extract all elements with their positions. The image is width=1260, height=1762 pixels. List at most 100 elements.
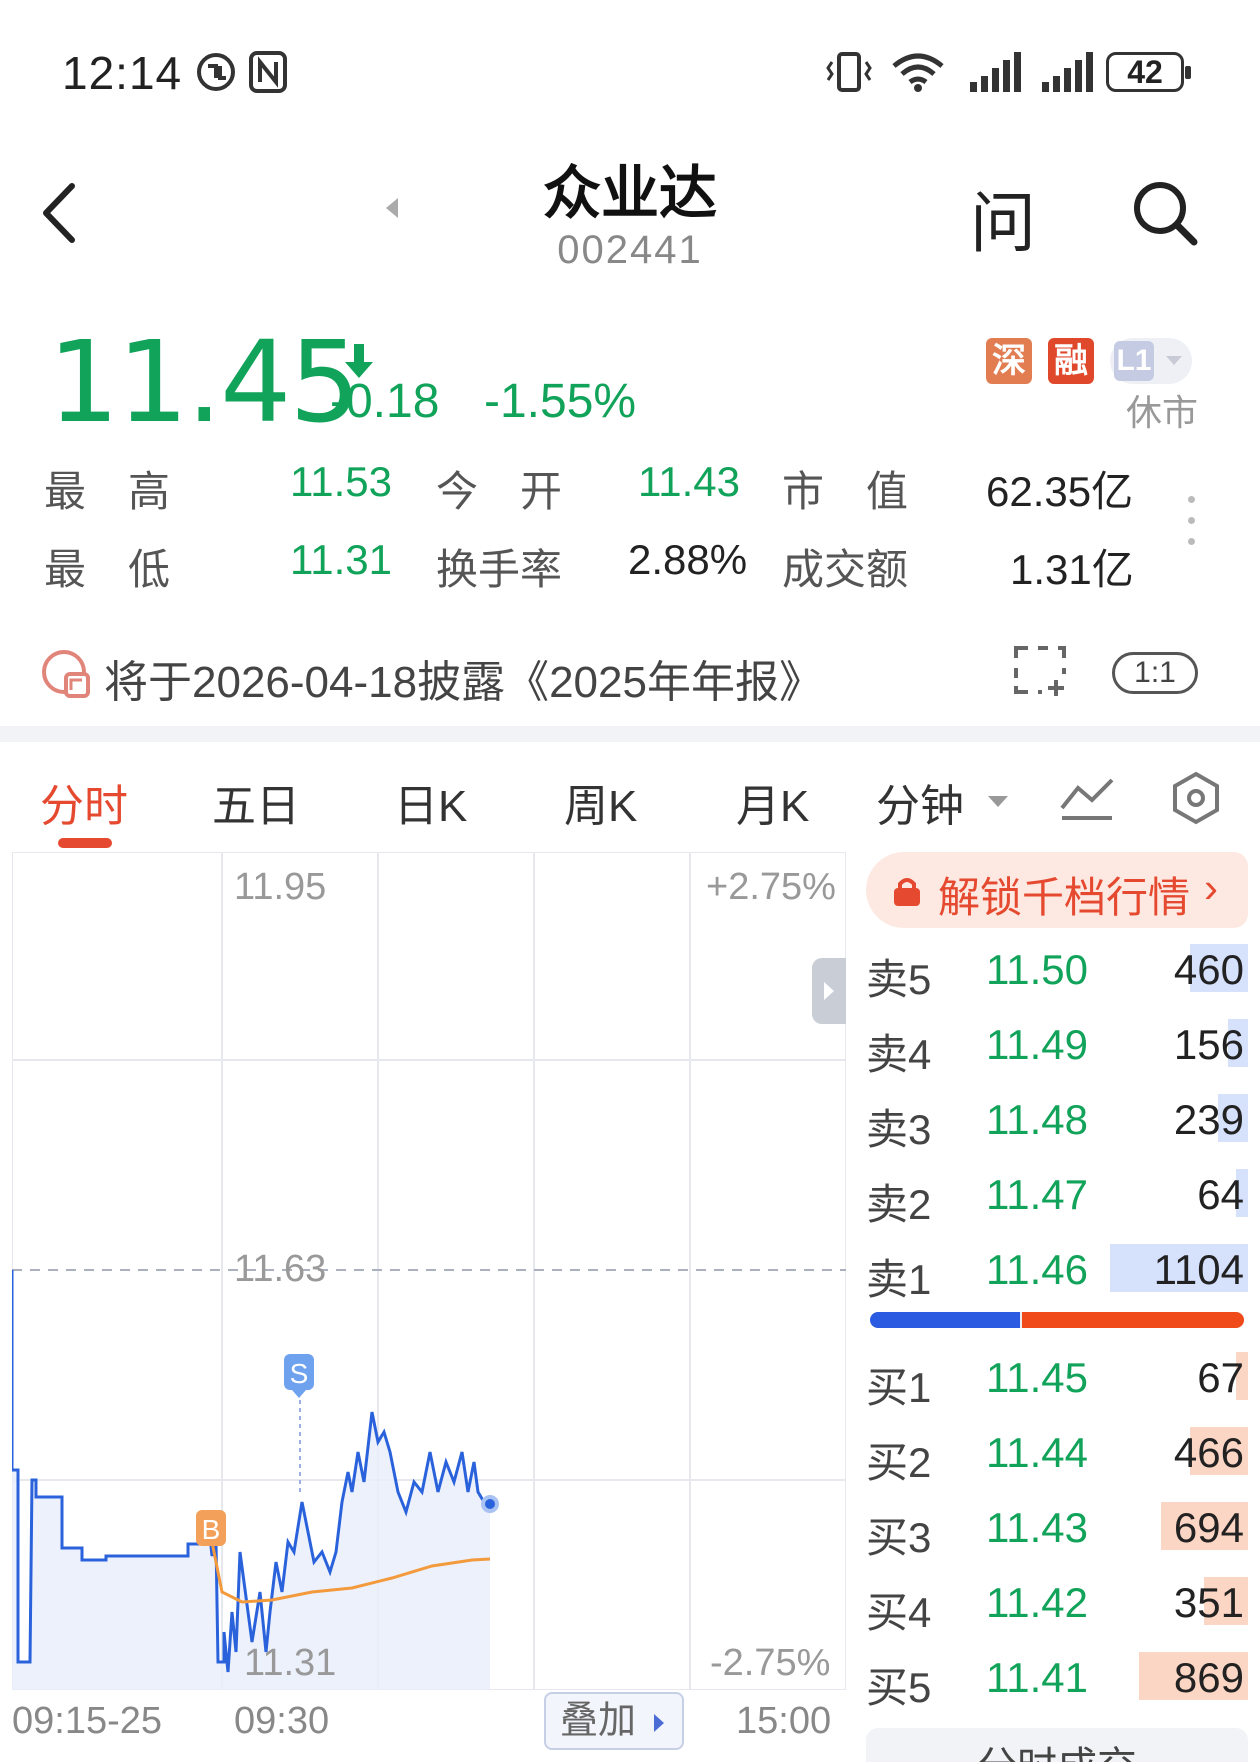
search-icon[interactable] [1130,178,1200,248]
bid-level-name: 买2 [866,1439,932,1486]
tab-intraday[interactable]: 分时 [40,770,128,834]
ask-level-price: 11.49 [986,1021,1088,1068]
bid-level-name: 买1 [866,1364,932,1411]
settings-icon[interactable] [1168,770,1224,826]
vibrate-icon [826,52,872,92]
status-time: 12:14 [62,47,183,99]
bid-level-volume: 67 [1197,1354,1244,1401]
bid-level-price: 11.45 [986,1354,1088,1401]
bid-level-volume: 466 [1173,1429,1244,1476]
buy-marker[interactable]: B [196,1510,226,1546]
pct-axis-top: +2.75% [706,866,836,908]
ask-level-volume: 460 [1173,946,1244,993]
indicator-icon[interactable] [1058,774,1116,820]
tick-panel[interactable]: 分时成交 [866,1728,1248,1762]
pct-axis-bottom: -2.75% [710,1642,831,1684]
bid-level-name: 买4 [866,1589,932,1636]
screenshot-add-icon[interactable] [1012,644,1068,696]
price-change-pct: -1.55% [484,375,637,428]
more-dots-icon[interactable] [1188,496,1196,559]
chevron-down-icon[interactable] [988,796,1008,807]
ask-level-volume: 239 [1173,1096,1244,1143]
unlock-depth-button[interactable]: 解锁千档行情 › [866,852,1248,928]
ask-level-name: 卖2 [866,1181,932,1228]
intraday-chart[interactable]: S B [12,852,846,1690]
stat-label-amount: 成交额 [782,546,909,593]
report-icon [42,650,90,698]
ask-level-name: 卖3 [866,1106,932,1153]
price-axis-bottom: 11.31 [244,1642,337,1684]
ask-row[interactable]: 卖2 11.47 64 [866,1163,1248,1228]
expand-panel-arrow-icon[interactable] [812,958,846,1024]
tab-monthly-k[interactable]: 月K [736,770,809,834]
last-price: 11.45 [48,318,361,448]
ask-row[interactable]: 卖1 11.46 1104 [866,1238,1248,1303]
ask-button[interactable]: 问 [970,170,1036,266]
tab-five-day[interactable]: 五日 [212,770,300,834]
bid-level-price: 11.44 [986,1429,1088,1476]
bid-level-name: 买3 [866,1514,932,1561]
bid-level-price: 11.42 [986,1579,1088,1626]
chevron-down-icon [1166,356,1182,365]
ask-row[interactable]: 卖3 11.48 239 [866,1088,1248,1153]
bid-row[interactable]: 买2 11.44 466 [866,1421,1248,1486]
ratio-sell [1021,1312,1244,1328]
buy-marker-label: B [202,1514,221,1545]
signal-icon-1 [970,52,1021,92]
bid-row[interactable]: 买5 11.41 869 [866,1646,1248,1711]
section-divider [0,726,1260,742]
buy-sell-ratio-bar [870,1312,1244,1328]
stat-value-marketcap: 62.35亿 [986,468,1134,515]
unlock-depth-label: 解锁千档行情 [938,874,1191,921]
time-label-close: 15:00 [736,1700,832,1742]
ask-level-name: 卖5 [866,956,932,1003]
ask-level-price: 11.50 [986,946,1088,993]
disclosure-notice[interactable]: 将于2026-04-18披露《2025年年报》 [104,646,823,710]
ask-level-price: 11.46 [986,1246,1088,1293]
bid-row[interactable]: 买4 11.42 351 [866,1571,1248,1636]
badge-margin: 融 [1048,338,1094,384]
ask-row[interactable]: 卖5 11.50 460 [866,938,1248,1003]
price-change: -0.18 [330,375,440,428]
ratio-toggle[interactable]: 1:1 [1112,652,1198,694]
time-label-open: 09:30 [234,1700,330,1742]
nfc-icon [249,51,287,93]
stat-label-marketcap: 市 值 [782,468,909,515]
stat-label-high: 最 高 [44,468,171,515]
bid-row[interactable]: 买1 11.45 67 [866,1346,1248,1411]
tab-minute[interactable]: 分钟 [876,770,964,834]
bid-level-price: 11.43 [986,1504,1088,1551]
bid-row[interactable]: 买3 11.43 694 [866,1496,1248,1561]
ask-level-name: 卖1 [866,1256,932,1303]
ask-level-volume: 156 [1173,1021,1244,1068]
market-status: 休市 [1126,392,1199,433]
status-bar: 12:14 42 [0,0,1260,150]
stock-name: 众业达 [542,161,717,226]
ask-level-name: 卖4 [866,1031,932,1078]
badge-level1-label: L1 [1114,341,1154,381]
hd-call-icon [197,53,235,91]
badge-level1[interactable]: L1 [1110,338,1192,384]
ask-level-volume: 1104 [1153,1246,1244,1293]
stat-value-turnover: 2.88% [628,536,748,583]
ask-row[interactable]: 卖4 11.49 156 [866,1013,1248,1078]
ask-level-price: 11.48 [986,1096,1088,1143]
bid-level-name: 买5 [866,1664,932,1711]
ask-level-volume: 64 [1197,1171,1244,1218]
stat-label-turnover: 换手率 [436,546,563,593]
chevron-right-icon: › [1204,864,1218,911]
badge-shenzhen: 深 [986,338,1032,384]
price-axis-top: 11.95 [234,866,327,908]
lock-icon [894,878,920,906]
bid-level-volume: 869 [1173,1654,1244,1701]
ratio-buy [870,1312,1020,1328]
tab-weekly-k[interactable]: 周K [564,770,637,834]
bid-level-volume: 351 [1173,1579,1244,1626]
overlay-button[interactable]: 叠加 [544,1692,684,1750]
tab-daily-k[interactable]: 日K [394,770,467,834]
sell-marker-label: S [290,1358,309,1389]
battery-icon: 42 [1106,52,1191,92]
stat-label-low: 最 低 [44,546,171,593]
ask-level-price: 11.47 [986,1171,1088,1218]
stat-value-open: 11.43 [638,458,740,505]
